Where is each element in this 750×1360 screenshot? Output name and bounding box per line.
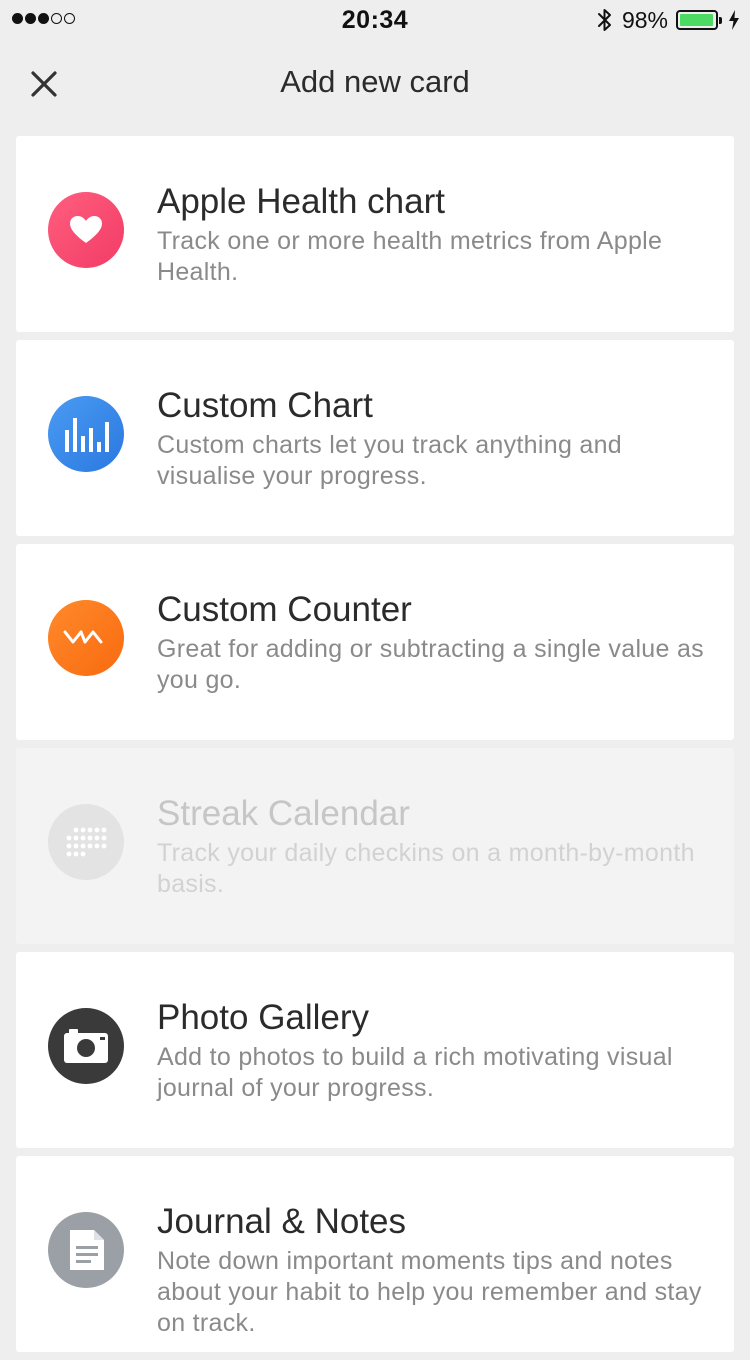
nav-bar: Add new card bbox=[0, 40, 750, 128]
heart-icon bbox=[70, 216, 102, 243]
card-streak-calendar: Streak Calendar Track your daily checkin… bbox=[16, 748, 734, 944]
document-icon bbox=[70, 1230, 104, 1270]
card-title: Journal & Notes bbox=[157, 1202, 407, 1241]
card-icon-badge bbox=[48, 804, 124, 880]
card-description: Track your daily checkins on a month-by-… bbox=[157, 839, 695, 898]
status-right: 98% bbox=[596, 5, 740, 35]
card-description: Great for adding or subtracting a single… bbox=[157, 635, 704, 694]
card-icon-badge bbox=[48, 396, 124, 472]
card-description: Note down important moments tips and not… bbox=[157, 1247, 702, 1337]
card-icon-badge bbox=[48, 600, 124, 676]
card-journal-notes[interactable]: Journal & Notes Note down important mome… bbox=[16, 1156, 734, 1352]
battery-icon bbox=[676, 10, 722, 30]
card-title: Apple Health chart bbox=[157, 182, 445, 221]
page-title: Add new card bbox=[280, 64, 470, 99]
counter-icon bbox=[63, 630, 103, 644]
charging-bolt-icon bbox=[729, 10, 739, 30]
battery-percent: 98% bbox=[621, 6, 668, 33]
card-description: Track one or more health metrics from Ap… bbox=[157, 227, 663, 286]
card-icon-badge bbox=[48, 1008, 124, 1084]
card-icon-badge bbox=[48, 192, 124, 268]
card-title: Custom Counter bbox=[157, 590, 412, 629]
battery-fill bbox=[680, 14, 714, 26]
status-bar: 20:34 98% bbox=[0, 0, 750, 40]
card-type-list: Apple Health chart Track one or more hea… bbox=[16, 136, 734, 1360]
camera-icon bbox=[64, 1029, 108, 1063]
card-title: Photo Gallery bbox=[157, 998, 370, 1037]
card-photo-gallery[interactable]: Photo Gallery Add to photos to build a r… bbox=[16, 952, 734, 1148]
calendar-dots-icon bbox=[66, 827, 107, 857]
card-description: Add to photos to build a rich motivating… bbox=[157, 1043, 673, 1102]
bar-chart-icon bbox=[65, 418, 109, 452]
card-apple-health-chart[interactable]: Apple Health chart Track one or more hea… bbox=[16, 136, 734, 332]
card-title: Streak Calendar bbox=[157, 794, 410, 833]
card-custom-counter[interactable]: Custom Counter Great for adding or subtr… bbox=[16, 544, 734, 740]
card-icon-badge bbox=[48, 1212, 124, 1288]
card-custom-chart[interactable]: Custom Chart Custom charts let you track… bbox=[16, 340, 734, 536]
card-title: Custom Chart bbox=[157, 386, 373, 425]
card-description: Custom charts let you track anything and… bbox=[157, 431, 623, 490]
bluetooth-icon bbox=[597, 9, 611, 31]
